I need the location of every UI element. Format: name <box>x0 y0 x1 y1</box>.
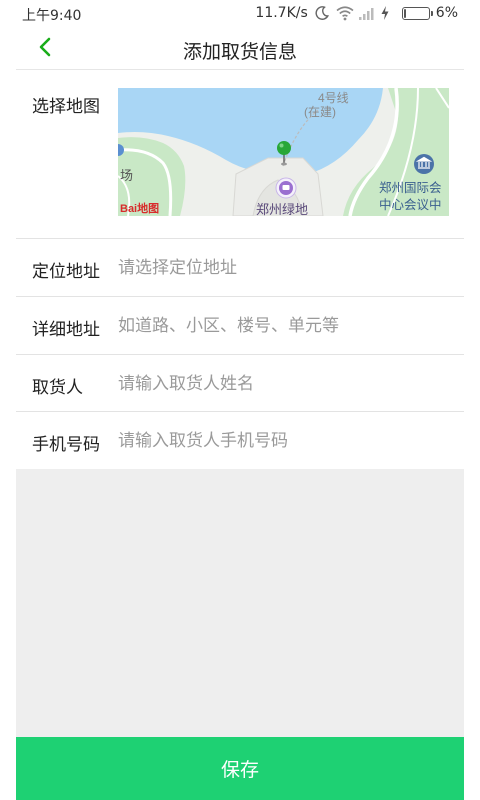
pickup-name-row: 取货人 <box>16 355 464 412</box>
detail-address-label: 详细地址 <box>32 320 100 340</box>
map-select-row: 选择地图 4号线 (在建) 场 郑州国际会 中心会议中 郑州绿地 Bai地图 <box>16 70 464 239</box>
network-speed: 11.7K/s <box>255 5 308 21</box>
map-canvas: 4号线 (在建) 场 郑州国际会 中心会议中 郑州绿地 Bai地图 <box>118 88 449 216</box>
location-address-row: 定位地址 <box>16 239 464 297</box>
pickup-name-label: 取货人 <box>32 378 83 398</box>
pickup-name-input[interactable] <box>118 372 454 396</box>
moon-icon <box>314 5 330 21</box>
detail-address-row: 详细地址 <box>16 297 464 355</box>
map-label: 选择地图 <box>32 97 100 117</box>
location-address-label: 定位地址 <box>32 262 100 282</box>
map-label-plaza: 场 <box>120 168 133 183</box>
battery-percent: 6% <box>435 5 458 21</box>
phone-label: 手机号码 <box>32 435 100 455</box>
page-title: 添加取货信息 <box>182 41 297 63</box>
charging-icon <box>380 5 396 21</box>
location-address-input[interactable] <box>118 256 454 280</box>
detail-address-input[interactable] <box>118 314 454 338</box>
signal-icon <box>358 5 374 21</box>
phone-input[interactable] <box>118 429 454 453</box>
status-bar: 上午9:40 11.7K/s 6% <box>0 0 480 26</box>
battery-fill <box>403 8 406 18</box>
map-label-metro-status: (在建) <box>304 105 336 119</box>
wifi-icon <box>336 5 354 21</box>
map-label-metro: 4号线 <box>318 91 349 105</box>
baidu-map-logo: Bai地图 <box>120 201 159 215</box>
battery-icon <box>401 6 433 20</box>
status-indicators: 11.7K/s 6% <box>255 5 458 21</box>
save-button[interactable]: 保存 <box>16 737 464 800</box>
status-time: 上午9:40 <box>22 8 82 24</box>
empty-content-area <box>16 469 464 737</box>
map-view[interactable]: 4号线 (在建) 场 郑州国际会 中心会议中 郑州绿地 Bai地图 <box>118 88 449 216</box>
phone-row: 手机号码 <box>16 412 464 469</box>
map-label-center-1: 郑州国际会 <box>379 180 442 195</box>
svg-text:Bai地图: Bai地图 <box>120 201 159 215</box>
map-label-center-2: 中心会议中 <box>379 197 442 212</box>
map-label-landmark: 郑州绿地 <box>256 202 308 216</box>
header-bar: 添加取货信息 <box>16 28 464 70</box>
